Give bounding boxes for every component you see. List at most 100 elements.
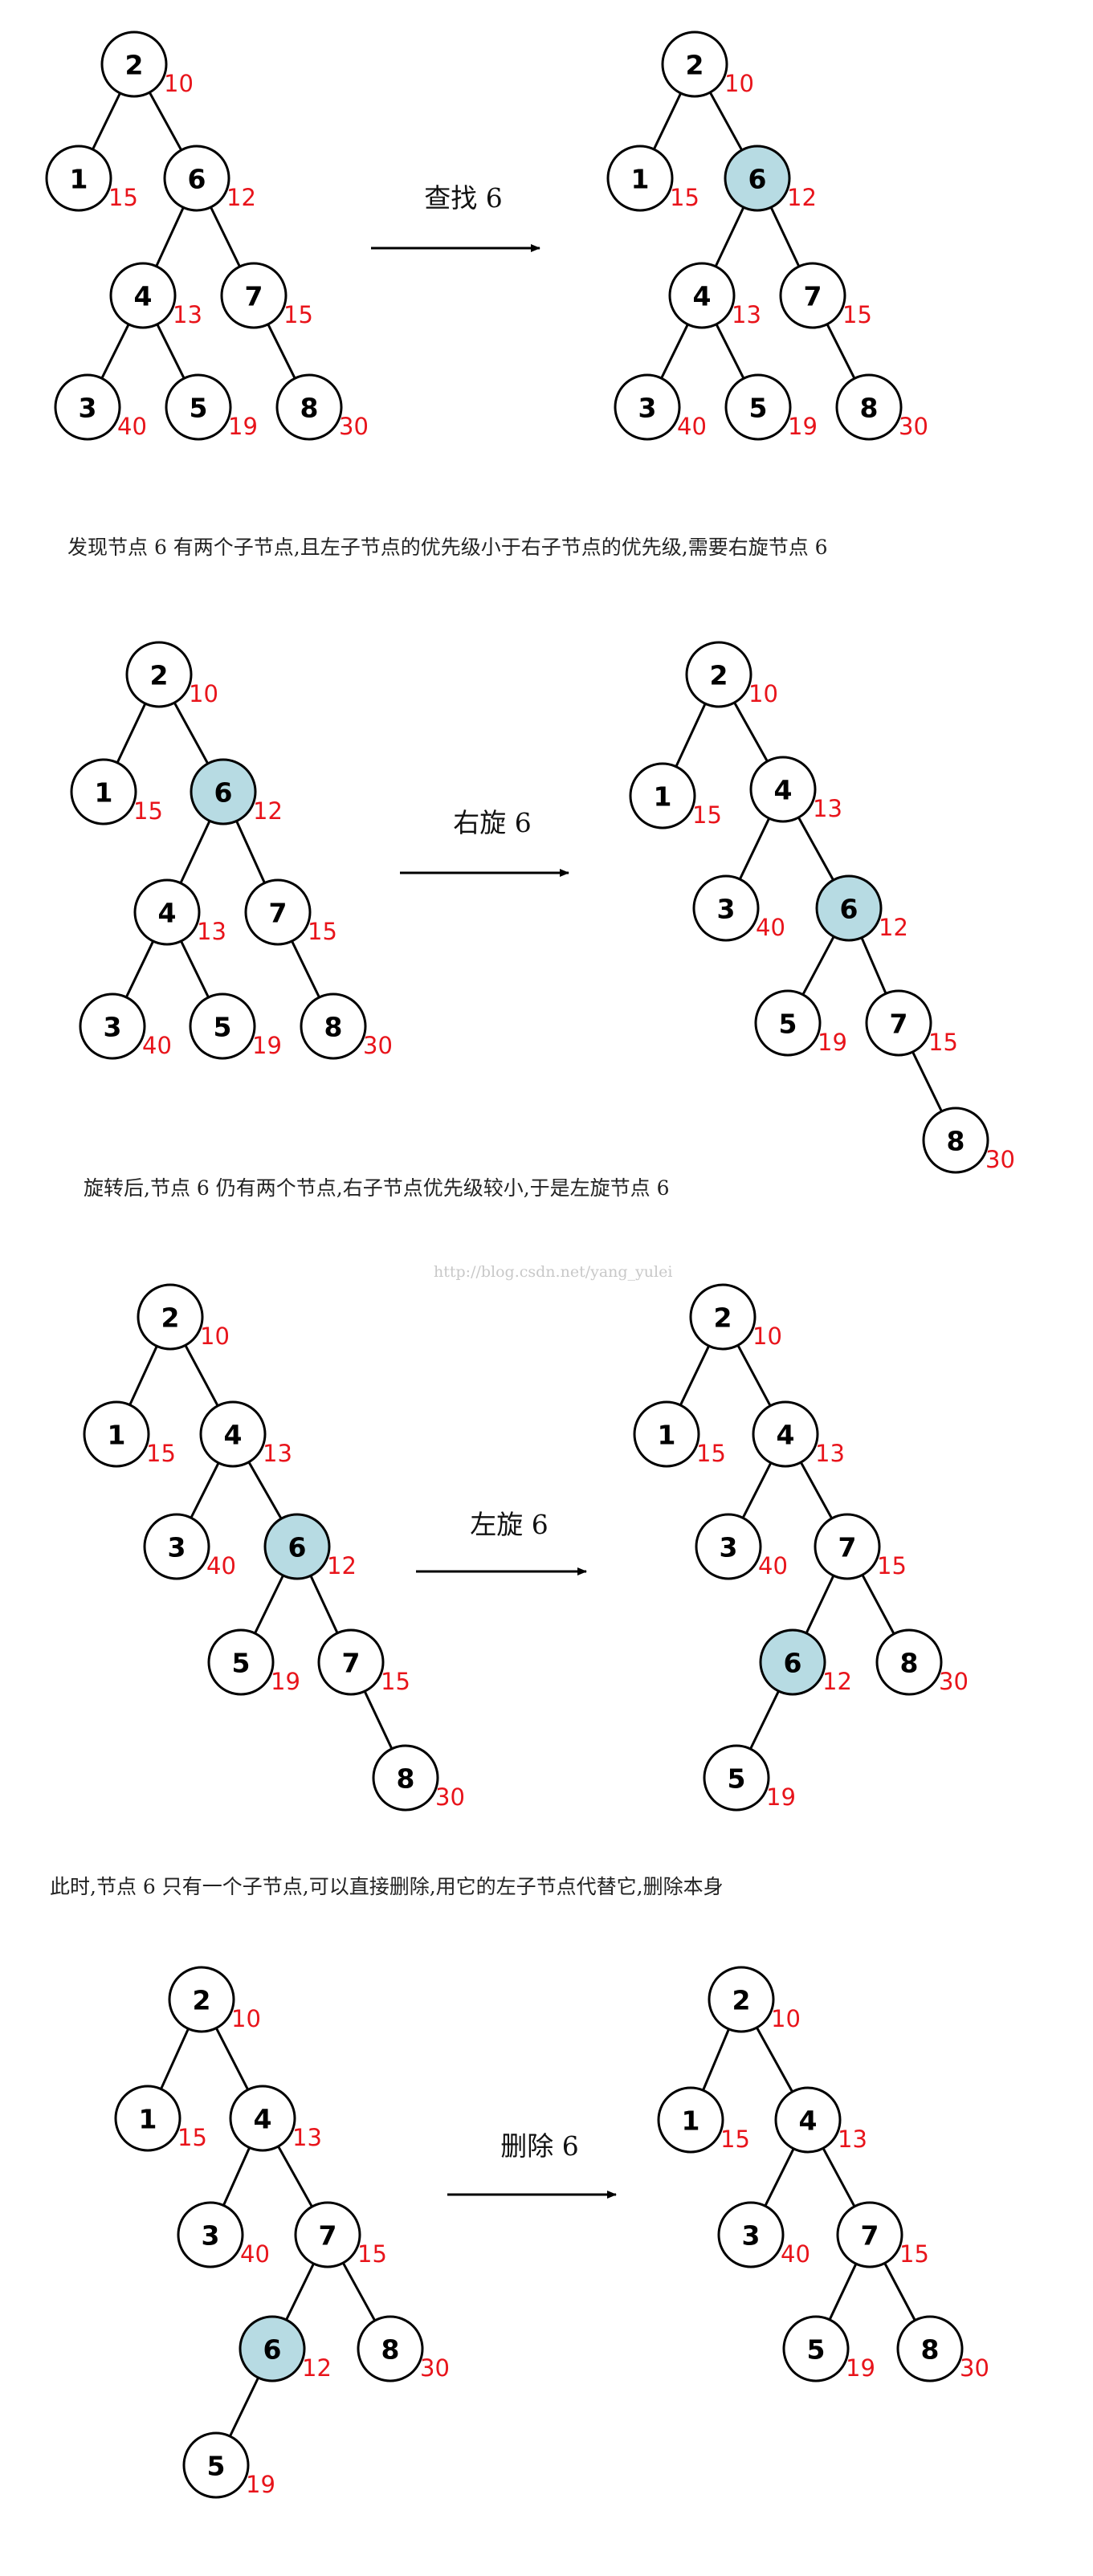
tree-edge — [184, 1344, 219, 1407]
tree-node-7: 7 15 — [814, 1513, 907, 1580]
node-priority: 15 — [877, 1552, 907, 1579]
node-key: 4 — [254, 2104, 272, 2135]
node-priority: 13 — [732, 301, 761, 328]
tree-node-6: 6 12 — [239, 2315, 332, 2382]
tree-edge — [128, 1345, 158, 1406]
tree-find-after: 2 10 1 15 6 12 4 13 7 15 3 40 5 19 8 30 — [606, 31, 928, 441]
node-priority: 13 — [815, 1440, 845, 1467]
tree-delete-after: 2 10 1 15 4 13 3 40 7 15 5 19 8 30 — [657, 1966, 989, 2382]
node-key: 1 — [70, 164, 88, 195]
node-key: 2 — [150, 660, 169, 691]
node-priority: 12 — [226, 184, 256, 211]
tree-node-8: 8 30 — [275, 373, 369, 441]
tree-edge — [769, 206, 801, 267]
tree-node-7: 7 15 — [294, 2201, 387, 2268]
node-key: 5 — [728, 1763, 746, 1795]
node-priority: 15 — [696, 1440, 726, 1467]
node-priority: 13 — [173, 301, 202, 328]
tree-edge — [160, 2028, 190, 2090]
node-priority: 12 — [879, 914, 908, 941]
watermark: http://blog.csdn.net/yang_yulei — [434, 1263, 672, 1281]
tree-node-3: 3 40 — [692, 874, 785, 942]
node-priority: 19 — [818, 1029, 847, 1056]
node-priority: 30 — [960, 2354, 989, 2382]
tree-edge — [254, 1575, 284, 1634]
node-priority: 15 — [108, 184, 138, 211]
tree-node-5: 5 19 — [754, 989, 847, 1057]
tree-edge — [764, 2148, 795, 2207]
tree-edge — [180, 940, 210, 998]
operation-label: 删除 6 — [500, 2130, 579, 2162]
tree-node-6: 6 12 — [724, 145, 817, 212]
tree-edge — [92, 92, 121, 150]
node-key: 3 — [79, 393, 97, 424]
tree-edge — [222, 2146, 251, 2207]
node-priority: 19 — [271, 1668, 300, 1695]
node-key: 8 — [900, 1648, 919, 1679]
node-key: 3 — [168, 1532, 186, 1563]
node-key: 2 — [710, 660, 728, 691]
tree-node-3: 3 40 — [177, 2201, 270, 2268]
node-priority: 30 — [899, 413, 928, 440]
tree-node-7: 7 15 — [865, 989, 958, 1057]
tree-edge — [179, 820, 211, 884]
tree-node-3: 3 40 — [717, 2201, 810, 2268]
tree-node-3: 3 40 — [79, 992, 172, 1060]
node-priority: 13 — [813, 795, 842, 822]
tree-node-4: 4 13 — [199, 1400, 292, 1468]
tree-node-4: 4 13 — [668, 262, 761, 329]
tree-node-2: 2 10 — [137, 1283, 230, 1351]
node-key: 6 — [288, 1532, 307, 1563]
tree-node-1: 1 15 — [633, 1400, 726, 1468]
node-priority: 15 — [283, 301, 313, 328]
tree-node-1: 1 15 — [657, 2086, 750, 2154]
node-key: 8 — [921, 2334, 940, 2366]
node-priority: 30 — [939, 1668, 969, 1695]
node-priority: 12 — [822, 1668, 852, 1695]
tree-node-7: 7 15 — [220, 262, 313, 329]
step-caption: 发现节点 6 有两个子节点,且左子节点的优先级小于右子节点的优先级,需要右旋节点… — [67, 536, 828, 559]
node-priority: 40 — [677, 413, 707, 440]
tree-node-7: 7 15 — [317, 1628, 410, 1696]
tree-edge — [155, 206, 185, 267]
tree-node-3: 3 40 — [54, 373, 147, 441]
tree-rotate-right-before: 2 10 1 15 6 12 4 13 7 15 3 40 5 19 8 30 — [70, 641, 393, 1060]
node-priority: 15 — [720, 2126, 750, 2153]
tree-node-3: 3 40 — [143, 1513, 236, 1580]
node-priority: 40 — [206, 1552, 236, 1579]
node-key: 4 — [693, 281, 712, 312]
tree-edge — [652, 92, 683, 150]
tree-node-3: 3 40 — [614, 373, 707, 441]
tree-node-4: 4 13 — [749, 756, 842, 823]
node-priority: 15 — [177, 2124, 207, 2151]
node-key: 1 — [682, 2105, 700, 2137]
operation-label: 查找 6 — [424, 182, 503, 214]
tree-node-1: 1 15 — [70, 758, 163, 825]
node-key: 7 — [890, 1009, 908, 1040]
node-priority: 12 — [327, 1552, 357, 1579]
tree-edge — [715, 324, 745, 379]
node-key: 3 — [202, 2220, 220, 2252]
tree-edge — [883, 2262, 916, 2321]
tree-edge — [714, 206, 745, 267]
tree-node-6: 6 12 — [190, 758, 283, 825]
tree-edge — [912, 1051, 943, 1112]
node-key: 8 — [324, 1012, 343, 1043]
tree-find-before: 2 10 1 15 6 12 4 13 7 15 3 40 5 19 8 30 — [45, 31, 369, 441]
node-priority: 40 — [758, 1552, 788, 1579]
tree-edge — [341, 2262, 377, 2321]
tree-edge — [363, 1690, 394, 1750]
tree-edge — [738, 817, 771, 880]
tree-node-4: 4 13 — [752, 1400, 845, 1468]
node-priority: 13 — [292, 2124, 322, 2151]
node-priority: 19 — [788, 413, 818, 440]
node-key: 1 — [631, 164, 650, 195]
node-priority: 15 — [308, 918, 337, 945]
node-priority: 30 — [435, 1783, 465, 1811]
node-key: 8 — [381, 2334, 400, 2366]
node-key: 3 — [638, 393, 657, 424]
tree-edge — [799, 1461, 834, 1519]
tree-node-6: 6 12 — [759, 1628, 852, 1696]
tree-node-2: 2 10 — [125, 641, 218, 708]
tree-node-7: 7 15 — [779, 262, 872, 329]
